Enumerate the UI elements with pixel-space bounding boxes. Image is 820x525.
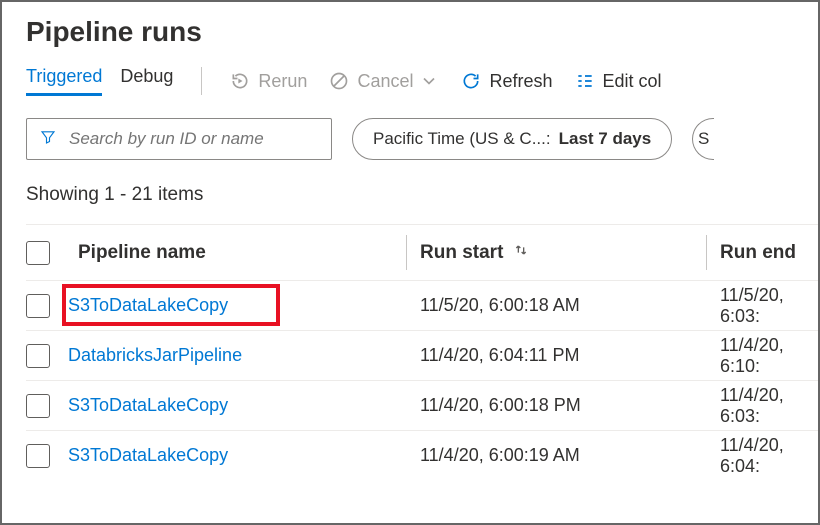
column-run-end[interactable]: Run end xyxy=(706,225,818,280)
pipeline-link[interactable]: S3ToDataLakeCopy xyxy=(68,295,228,316)
run-start-cell: 11/4/20, 6:00:18 PM xyxy=(406,381,706,430)
search-input-wrap[interactable] xyxy=(26,118,332,160)
row-checkbox[interactable] xyxy=(26,344,50,368)
refresh-button[interactable]: Refresh xyxy=(461,71,552,92)
select-all-checkbox[interactable] xyxy=(26,241,50,265)
rerun-button[interactable]: Rerun xyxy=(230,71,307,92)
column-pipeline-name[interactable]: Pipeline name xyxy=(26,225,406,280)
pipeline-link[interactable]: S3ToDataLakeCopy xyxy=(68,395,228,416)
filter-row: Pacific Time (US & C... : Last 7 days S xyxy=(26,118,818,160)
sort-icon[interactable] xyxy=(513,242,529,264)
page-title: Pipeline runs xyxy=(26,16,818,48)
showing-count: Showing 1 - 21 items xyxy=(26,184,818,206)
rerun-label: Rerun xyxy=(258,71,307,92)
tab-debug[interactable]: Debug xyxy=(120,66,173,96)
pipeline-link[interactable]: DatabricksJarPipeline xyxy=(68,345,242,366)
chevron-down-icon xyxy=(419,71,439,91)
table-row: S3ToDataLakeCopy 11/5/20, 6:00:18 AM 11/… xyxy=(26,280,818,330)
table-header: Pipeline name Run start Run end xyxy=(26,224,818,280)
filter-icon xyxy=(39,128,57,151)
search-input[interactable] xyxy=(67,128,319,150)
divider xyxy=(201,67,202,95)
run-start-cell: 11/4/20, 6:04:11 PM xyxy=(406,331,706,380)
run-end-cell: 11/4/20, 6:03: xyxy=(706,381,818,430)
table-row: DatabricksJarPipeline 11/4/20, 6:04:11 P… xyxy=(26,330,818,380)
run-end-cell: 11/4/20, 6:04: xyxy=(706,431,818,480)
time-range-filter[interactable]: Pacific Time (US & C... : Last 7 days xyxy=(352,118,672,160)
row-checkbox[interactable] xyxy=(26,394,50,418)
cancel-button[interactable]: Cancel xyxy=(329,71,439,92)
tab-triggered[interactable]: Triggered xyxy=(26,66,102,96)
columns-icon xyxy=(575,71,595,91)
cancel-label: Cancel xyxy=(357,71,413,92)
row-checkbox[interactable] xyxy=(26,294,50,318)
range-prefix: : xyxy=(546,129,551,149)
row-checkbox[interactable] xyxy=(26,444,50,468)
timezone-label: Pacific Time (US & C... xyxy=(373,129,546,149)
run-start-cell: 11/5/20, 6:00:18 AM xyxy=(406,281,706,330)
column-run-start[interactable]: Run start xyxy=(406,225,706,280)
edit-columns-label: Edit col xyxy=(603,71,662,92)
range-label: Last 7 days xyxy=(559,129,652,149)
tabs: Triggered Debug xyxy=(26,66,173,96)
run-end-cell: 11/4/20, 6:10: xyxy=(706,331,818,380)
additional-filter[interactable]: S xyxy=(692,118,714,160)
table-row: S3ToDataLakeCopy 11/4/20, 6:00:18 PM 11/… xyxy=(26,380,818,430)
column-run-start-label: Run start xyxy=(420,242,503,264)
pipeline-link[interactable]: S3ToDataLakeCopy xyxy=(68,445,228,466)
column-pipeline-name-label: Pipeline name xyxy=(78,242,206,264)
rerun-icon xyxy=(230,71,250,91)
runs-table: Pipeline name Run start Run end S3ToData… xyxy=(26,224,818,480)
refresh-label: Refresh xyxy=(489,71,552,92)
run-end-cell: 11/5/20, 6:03: xyxy=(706,281,818,330)
edit-columns-button[interactable]: Edit col xyxy=(575,71,662,92)
refresh-icon xyxy=(461,71,481,91)
cancel-icon xyxy=(329,71,349,91)
column-run-end-label: Run end xyxy=(720,242,796,264)
tabs-toolbar: Triggered Debug Rerun Cancel xyxy=(26,66,818,96)
run-start-cell: 11/4/20, 6:00:19 AM xyxy=(406,431,706,480)
table-row: S3ToDataLakeCopy 11/4/20, 6:00:19 AM 11/… xyxy=(26,430,818,480)
